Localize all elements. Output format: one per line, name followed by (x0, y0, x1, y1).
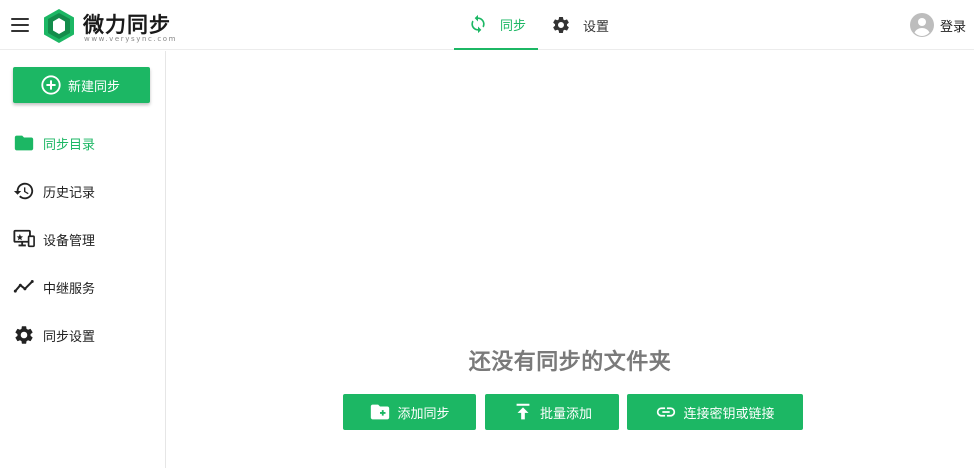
devices-icon (13, 229, 35, 248)
relay-icon (13, 280, 34, 293)
sync-icon (471, 14, 485, 34)
login-button[interactable]: 登录 (909, 13, 966, 37)
add-folder-icon (371, 404, 390, 420)
login-label: 登录 (939, 19, 966, 35)
add-sync-label: 添加同步 (397, 406, 450, 422)
connect-key-label: 连接密钥或链接 (683, 406, 775, 422)
sidebar-item-label: 同步设置 (43, 329, 96, 345)
upload-icon (516, 403, 530, 420)
sidebar-item-sync-folders[interactable]: 同步目录 (13, 131, 95, 155)
tab-settings-label: 设置 (583, 19, 610, 35)
tab-sync-label: 同步 (500, 18, 527, 34)
app-subtitle: www.verysync.com (84, 35, 178, 43)
new-sync-button[interactable]: 新建同步 (13, 67, 150, 103)
menu-icon[interactable] (11, 18, 29, 32)
sidebar-item-label: 同步目录 (43, 137, 96, 153)
history-icon (13, 182, 34, 200)
logo-icon (44, 9, 74, 43)
empty-state-title: 还没有同步的文件夹 (468, 350, 672, 375)
sidebar-item-devices[interactable]: 设备管理 (13, 227, 95, 251)
sidebar-item-label: 设备管理 (43, 233, 96, 249)
gear-icon (553, 16, 569, 33)
folder-icon (14, 135, 34, 151)
add-circle-icon (41, 75, 61, 95)
link-icon (657, 407, 676, 417)
avatar-icon (909, 13, 934, 37)
tab-sync[interactable]: 同步 (454, 0, 538, 50)
batch-add-label: 批量添加 (539, 406, 592, 422)
top-bar: 微力同步 www.verysync.com 同步 设置 登录 (0, 0, 974, 50)
sidebar: 新建同步 同步目录 历史记录 设备管理 中继服务 同步设置 (0, 51, 166, 468)
gear-icon (15, 326, 33, 344)
sidebar-item-history[interactable]: 历史记录 (13, 179, 95, 203)
sidebar-item-sync-settings[interactable]: 同步设置 (13, 323, 95, 347)
add-sync-button[interactable]: 添加同步 (343, 394, 476, 430)
new-sync-label: 新建同步 (68, 79, 121, 95)
tab-settings[interactable]: 设置 (551, 0, 621, 50)
connect-key-button[interactable]: 连接密钥或链接 (627, 394, 803, 430)
batch-add-button[interactable]: 批量添加 (485, 394, 619, 430)
sidebar-item-label: 历史记录 (43, 185, 96, 201)
sidebar-item-label: 中继服务 (43, 281, 96, 297)
sidebar-item-relay[interactable]: 中继服务 (13, 275, 95, 299)
